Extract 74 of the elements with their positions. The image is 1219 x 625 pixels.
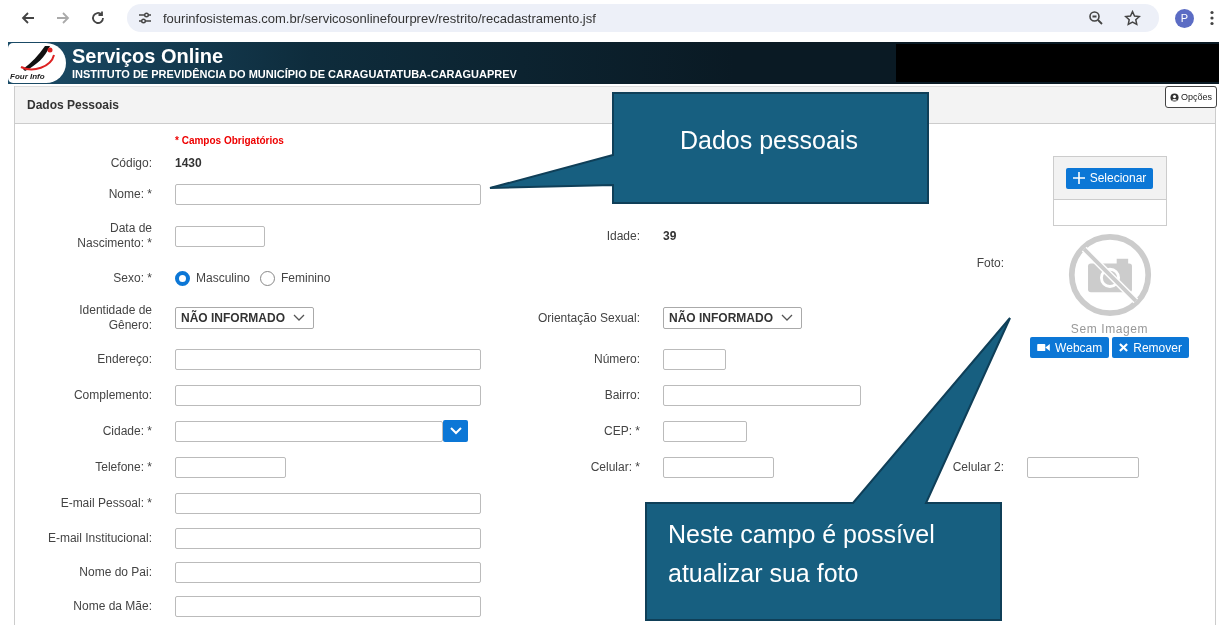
field-label: Celular 2: bbox=[952, 459, 1004, 475]
field-label: Endereço: bbox=[97, 351, 152, 367]
options-button[interactable]: Opções bbox=[1164, 86, 1217, 108]
menu-icon[interactable] bbox=[1210, 10, 1214, 26]
panel-title: Dados Pessoais bbox=[27, 98, 120, 112]
text-input[interactable] bbox=[175, 492, 481, 514]
field-label: Orientação Sexual: bbox=[537, 310, 640, 326]
dropdown[interactable]: NÃO INFORMADO bbox=[663, 307, 802, 329]
site-settings-icon[interactable] bbox=[137, 10, 153, 26]
field-value: 1430 bbox=[175, 156, 202, 170]
text-input[interactable] bbox=[175, 183, 481, 205]
field-label: Bairro: bbox=[604, 387, 640, 403]
field-label: Data de Nascimento: * bbox=[77, 221, 152, 251]
star-icon[interactable] bbox=[1124, 9, 1141, 27]
city-input[interactable] bbox=[175, 420, 443, 442]
field-value: 39 bbox=[663, 229, 677, 243]
text-input[interactable] bbox=[175, 225, 265, 247]
video-camera-icon bbox=[1037, 343, 1051, 352]
field-label: Cidade: * bbox=[102, 423, 152, 439]
radio-button[interactable] bbox=[175, 270, 190, 286]
field-label: Nome do Pai: bbox=[79, 564, 152, 580]
text-input[interactable] bbox=[663, 384, 861, 406]
text-input[interactable] bbox=[663, 456, 774, 478]
reload-icon[interactable] bbox=[90, 10, 106, 26]
text-input[interactable] bbox=[175, 561, 481, 583]
field-label: Celular: * bbox=[590, 459, 640, 475]
plus-icon bbox=[1072, 172, 1085, 184]
profile-avatar[interactable]: P bbox=[1175, 8, 1194, 28]
text-input[interactable] bbox=[175, 595, 481, 617]
field-label: Identidade de Gênero: bbox=[79, 303, 152, 333]
text-input[interactable] bbox=[1027, 456, 1139, 478]
field-label: Código: bbox=[110, 155, 152, 171]
site-subtitle: INSTITUTO DE PREVIDÊNCIA DO MUNICÍPIO DE CARAGUATATUBA-CARAGUAPREV bbox=[72, 67, 517, 81]
chevron-icon bbox=[449, 427, 462, 435]
required-fields-note: * Campos Obrigatórios bbox=[175, 134, 284, 146]
callout-text: Dados pessoais bbox=[680, 125, 859, 156]
field-label: Complemento: bbox=[73, 387, 152, 403]
no-image-text: Sem Imagem bbox=[1070, 322, 1149, 336]
text-input[interactable] bbox=[175, 456, 286, 478]
text-input[interactable] bbox=[175, 348, 481, 370]
select-button[interactable]: Selecionar bbox=[1065, 167, 1154, 189]
field-label: Foto: bbox=[976, 255, 1004, 271]
field-label: Número: bbox=[594, 351, 640, 367]
zoom-out-icon[interactable] bbox=[1088, 10, 1104, 26]
logo-text: Four Info bbox=[10, 72, 45, 81]
field-label: Telefone: * bbox=[95, 459, 152, 475]
chevron-icon bbox=[293, 314, 305, 322]
chevron-icon bbox=[781, 314, 793, 322]
webcam-button[interactable]: Webcam bbox=[1030, 337, 1110, 358]
callout-text: Neste campo é possível atualizar sua foto bbox=[668, 519, 936, 589]
remove-button[interactable]: Remover bbox=[1112, 337, 1189, 358]
field-label: Sexo: * bbox=[113, 270, 152, 286]
field-label: Nome: * bbox=[108, 186, 152, 202]
radio-button[interactable] bbox=[260, 270, 276, 286]
text-input[interactable] bbox=[663, 420, 747, 442]
field-label: E-mail Pessoal: * bbox=[60, 495, 152, 511]
field-label: E-mail Institucional: bbox=[47, 530, 152, 546]
radio-label[interactable]: Masculino bbox=[196, 271, 251, 285]
close-icon bbox=[1119, 343, 1129, 352]
back-icon[interactable] bbox=[20, 10, 36, 26]
forward-icon[interactable] bbox=[55, 10, 71, 26]
user-icon bbox=[1169, 92, 1179, 102]
radio-label[interactable]: Feminino bbox=[281, 271, 331, 285]
dropdown-button[interactable] bbox=[443, 420, 468, 442]
field-label: Idade: bbox=[606, 228, 640, 244]
no-camera-icon bbox=[1066, 232, 1153, 318]
text-input[interactable] bbox=[175, 527, 481, 549]
text-input[interactable] bbox=[663, 348, 726, 370]
field-label: Nome da Mãe: bbox=[73, 598, 152, 614]
text-input[interactable] bbox=[175, 384, 481, 406]
dropdown[interactable]: NÃO INFORMADO bbox=[175, 307, 314, 329]
site-title: Serviços Online bbox=[72, 45, 225, 67]
field-label: CEP: * bbox=[604, 423, 640, 439]
address-bar[interactable]: fourinfosistemas.com.br/servicosonlinefourprev/restrito/recadastramento.jsf bbox=[127, 4, 1159, 32]
